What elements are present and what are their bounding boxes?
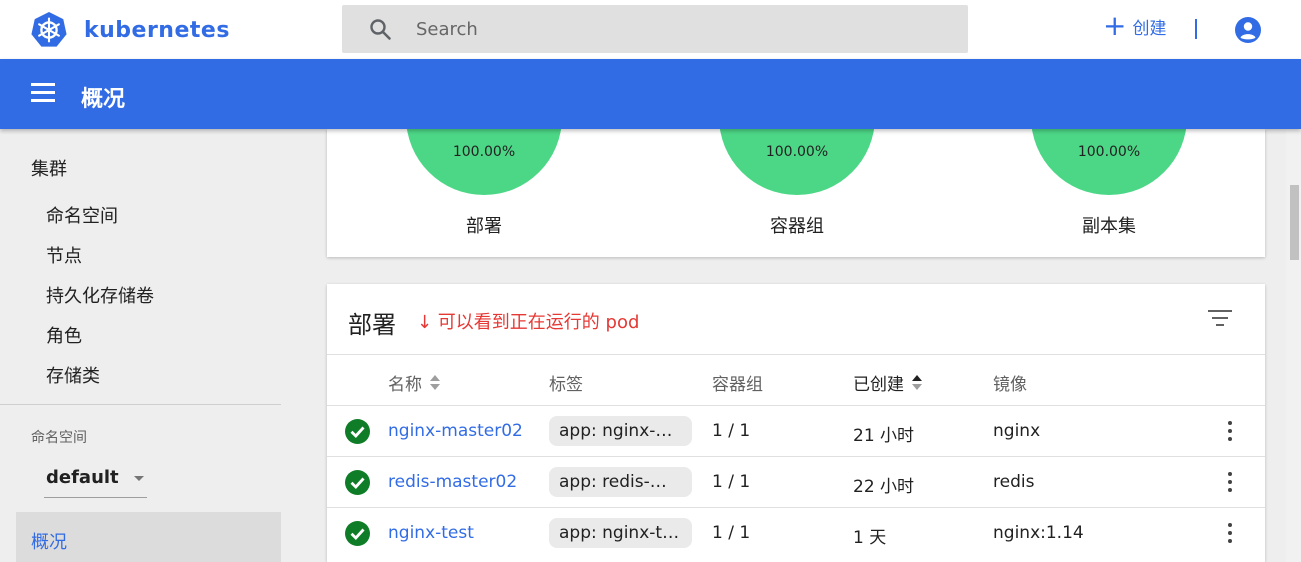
pods-count: 1 / 1 [712, 421, 751, 441]
status-pie-replica-sets [1031, 129, 1187, 195]
sort-icon [430, 374, 440, 391]
image-name: nginx:1.14 [993, 523, 1084, 543]
label-chip[interactable]: app: nginx-mast... [549, 416, 692, 446]
sidebar-item-namespaces[interactable]: 命名空间 [46, 202, 118, 228]
status-percent: 100.00% [1077, 144, 1141, 160]
status-caption: 副本集 [1082, 216, 1136, 237]
more-vert-icon[interactable] [1227, 472, 1233, 494]
sidebar-item-nodes[interactable]: 节点 [46, 242, 82, 268]
sort-icon [912, 374, 922, 391]
deployment-name-link[interactable]: redis-master02 [388, 472, 517, 492]
kubernetes-logo[interactable]: kubernetes [30, 11, 230, 49]
more-vert-icon[interactable] [1227, 523, 1233, 545]
status-percent: 100.00% [452, 144, 516, 160]
column-header-name[interactable]: 名称 [388, 370, 440, 395]
annotation-note: ↓ 可以看到正在运行的 pod [417, 312, 640, 333]
label-chip[interactable]: app: nginx-test [549, 518, 692, 548]
sidebar-item-overview[interactable]: 概况 [16, 512, 281, 562]
column-header-created[interactable]: 已创建 [853, 370, 922, 395]
check-circle-icon [345, 521, 370, 546]
sidebar-heading-cluster[interactable]: 集群 [31, 155, 67, 181]
deployment-name-link[interactable]: nginx-master02 [388, 421, 523, 441]
status-caption: 部署 [466, 216, 502, 237]
sidebar-item-persistent-volumes[interactable]: 持久化存储卷 [46, 282, 154, 308]
status-caption: 容器组 [770, 216, 824, 237]
column-label: 已创建 [853, 375, 904, 395]
scrollbar-thumb[interactable] [1290, 185, 1299, 260]
table-row: nginx-test app: nginx-test 1 / 1 1 天 ngi… [327, 508, 1265, 559]
image-name: redis [993, 472, 1035, 492]
image-name: nginx [993, 421, 1041, 441]
sidebar-divider [0, 404, 281, 405]
column-header-images: 镜像 [993, 375, 1027, 395]
check-circle-icon [345, 470, 370, 495]
status-percent: 100.00% [765, 144, 829, 160]
sidebar-item-overview-label: 概况 [31, 532, 67, 553]
create-button[interactable]: + 创建 [1103, 12, 1166, 40]
column-header-labels: 标签 [549, 375, 583, 395]
pods-count: 1 / 1 [712, 523, 751, 543]
table-row: redis-master02 app: redis-mast... 1 / 1 … [327, 457, 1265, 508]
deployment-name-link[interactable]: nginx-test [388, 523, 474, 543]
column-header-pods: 容器组 [712, 375, 763, 395]
top-bar: kubernetes + 创建 [0, 0, 1301, 59]
brand-name: kubernetes [84, 17, 230, 43]
created-age: 1 天 [853, 528, 887, 548]
namespace-select[interactable]: default [44, 459, 147, 498]
dropdown-caret-icon [134, 476, 144, 481]
page-header: 概况 [0, 59, 1301, 129]
table-row: nginx-master02 app: nginx-mast... 1 / 1 … [327, 406, 1265, 457]
hamburger-menu-icon[interactable] [31, 83, 55, 103]
label-chip[interactable]: app: redis-mast... [549, 467, 692, 497]
created-age: 22 小时 [853, 477, 915, 497]
column-label: 名称 [388, 375, 422, 395]
deployments-card: 部署 ↓ 可以看到正在运行的 pod 名称 标签 容器组 已创建 镜像 ngin… [327, 284, 1265, 562]
check-circle-icon [345, 419, 370, 444]
workload-status-card: 100.00% 部署 100.00% 容器组 100.00% 副本集 [327, 129, 1265, 257]
plus-icon: + [1103, 9, 1127, 42]
pods-count: 1 / 1 [712, 472, 751, 492]
sidebar-item-roles[interactable]: 角色 [46, 322, 82, 348]
sidebar: 集群 命名空间 节点 持久化存储卷 角色 存储类 命名空间 default 概况 [0, 129, 281, 562]
page-title: 概况 [81, 87, 126, 112]
namespace-label: 命名空间 [31, 430, 87, 446]
topbar-divider [1195, 19, 1197, 39]
create-label: 创建 [1132, 18, 1167, 39]
account-circle-icon[interactable] [1234, 16, 1262, 44]
deployments-title: 部署 [348, 311, 396, 339]
filter-icon[interactable] [1208, 310, 1232, 330]
kubernetes-wheel-icon [31, 11, 67, 47]
status-pie-deployments [406, 129, 562, 195]
search-icon [370, 19, 391, 40]
status-pie-pods [719, 129, 875, 195]
header-divider [327, 354, 1265, 355]
sidebar-item-storage-classes[interactable]: 存储类 [46, 362, 100, 388]
namespace-value: default [46, 467, 119, 488]
created-age: 21 小时 [853, 426, 915, 446]
more-vert-icon[interactable] [1227, 421, 1233, 443]
search-bar[interactable] [342, 5, 968, 53]
search-input[interactable] [416, 18, 916, 40]
